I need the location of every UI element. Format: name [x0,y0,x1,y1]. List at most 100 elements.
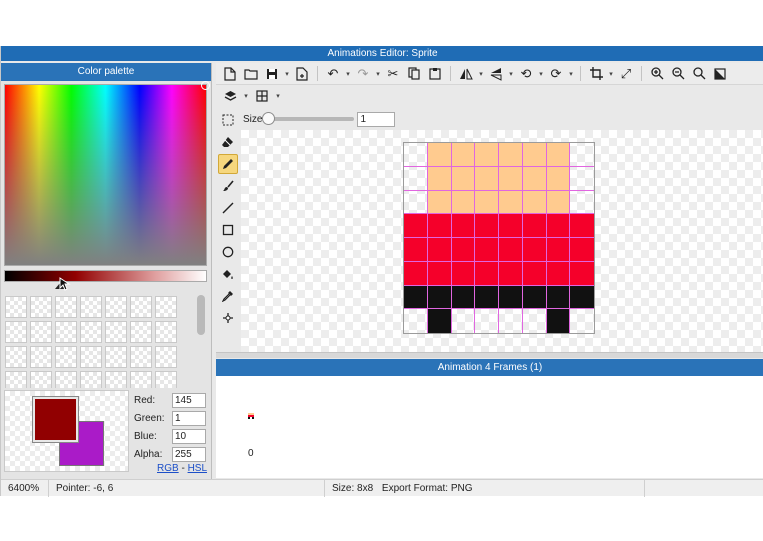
pencil-icon[interactable] [217,154,238,174]
sprite-pixel[interactable] [522,285,547,310]
color-swatch[interactable] [80,346,102,368]
color-swatch[interactable] [30,321,52,343]
sprite-pixel[interactable] [451,214,476,238]
layers-dropdown-icon[interactable]: ▾ [242,92,250,100]
rotate-right-dropdown-icon[interactable]: ▾ [567,70,575,78]
zoom-fit-icon[interactable] [689,65,709,83]
color-swatch[interactable] [5,321,27,343]
new-file-icon[interactable] [220,65,240,83]
color-swatch[interactable] [30,346,52,368]
primary-color-swatch[interactable] [33,397,78,442]
color-swatch[interactable] [80,296,102,318]
save-dropdown-icon[interactable]: ▾ [283,70,291,78]
sprite-pixel[interactable] [499,261,523,286]
color-swatch[interactable] [155,321,177,343]
sprite-pixel[interactable] [475,143,499,167]
sprite-pixel[interactable] [427,143,452,167]
sprite-pixel[interactable] [404,261,428,286]
color-swatch[interactable] [5,371,27,388]
color-swatch[interactable] [55,346,77,368]
sprite-pixel[interactable] [427,309,452,333]
color-swatch[interactable] [105,346,127,368]
blue-input[interactable]: 10 [172,428,206,444]
resize-icon[interactable]: ⤢ [616,65,636,83]
color-swatch[interactable] [55,321,77,343]
size-slider[interactable] [262,112,355,125]
sprite-pixel[interactable] [404,166,428,191]
sprite-pixel[interactable] [404,143,428,167]
sprite-pixel[interactable] [475,238,499,262]
sprite-pixel[interactable] [546,143,571,167]
eraser-icon[interactable] [218,132,238,152]
sprite-pixel[interactable] [570,191,594,215]
sprite-pixel[interactable] [451,143,476,167]
redo-icon[interactable]: ↷ [353,65,373,83]
rotate-left-dropdown-icon[interactable]: ▾ [537,70,545,78]
color-swatch[interactable] [130,371,152,388]
color-swatch[interactable] [130,296,152,318]
sprite-pixel[interactable] [570,285,594,310]
color-swatch[interactable] [80,321,102,343]
frame-thumbnail[interactable] [248,413,254,419]
sprite-pixel[interactable] [404,238,428,262]
sprite-pixel[interactable] [499,214,523,238]
color-swatch[interactable] [155,296,177,318]
sprite-pixel[interactable] [522,190,547,215]
color-swatch[interactable] [5,296,27,318]
flip-horizontal-dropdown-icon[interactable]: ▾ [477,70,485,78]
sprite-pixel[interactable] [427,238,452,262]
rotate-right-icon[interactable]: ⟳ [546,65,566,83]
sprite-pixel[interactable] [570,214,594,238]
redo-dropdown-icon[interactable]: ▾ [374,70,382,78]
crop-dropdown-icon[interactable]: ▾ [607,70,615,78]
undo-dropdown-icon[interactable]: ▾ [344,70,352,78]
grid-icon[interactable] [252,87,272,105]
sprite-pixel[interactable] [427,285,452,310]
sprite-pixel[interactable] [451,238,476,262]
fill-bucket-icon[interactable] [218,264,238,284]
size-slider-knob[interactable] [262,112,276,125]
sprite-pixel[interactable] [451,261,476,286]
color-swatch[interactable] [5,346,27,368]
swatch-scrollbar[interactable] [197,295,205,335]
sprite-pixel[interactable] [499,309,523,333]
sprite-pixel[interactable] [499,285,523,310]
sprite-pixel[interactable] [475,214,499,238]
sprite-pixel[interactable] [546,261,571,286]
flip-vertical-dropdown-icon[interactable]: ▾ [507,70,515,78]
color-swatch[interactable] [30,296,52,318]
sprite-pixel[interactable] [570,261,594,286]
sprite-pixel[interactable] [522,261,547,286]
green-input[interactable]: 1 [172,410,206,426]
paste-icon[interactable] [425,65,445,83]
sprite-pixel[interactable] [499,190,523,215]
copy-icon[interactable] [404,65,424,83]
sprite-pixel[interactable] [404,190,428,215]
sprite-pixel-grid[interactable] [403,142,595,334]
color-swatch[interactable] [155,371,177,388]
sprite-pixel[interactable] [522,238,547,262]
sprite-pixel[interactable] [475,190,499,215]
size-input[interactable]: 1 [357,111,396,127]
brush-icon[interactable] [218,176,238,196]
alpha-input[interactable]: 255 [172,446,206,462]
sprite-pixel[interactable] [475,309,499,333]
rectangle-icon[interactable] [218,220,238,240]
sprite-pixel[interactable] [404,214,428,238]
sprite-pixel[interactable] [499,166,523,191]
sprite-pixel[interactable] [522,143,547,167]
sprite-pixel[interactable] [546,214,571,238]
color-swatch[interactable] [130,346,152,368]
panel-splitter[interactable] [216,352,763,358]
color-swatch[interactable] [105,296,127,318]
rotate-left-icon[interactable]: ⟲ [516,65,536,83]
spectrum-cursor[interactable] [201,81,210,90]
eyedropper-icon[interactable] [218,286,238,306]
sprite-pixel[interactable] [546,166,571,191]
sprite-pixel[interactable] [427,166,452,191]
color-swatch[interactable] [130,321,152,343]
sprite-pixel[interactable] [522,166,547,191]
rgb-mode-link[interactable]: RGB [157,463,179,474]
color-swatch[interactable] [30,371,52,388]
sprite-pixel[interactable] [570,309,594,333]
